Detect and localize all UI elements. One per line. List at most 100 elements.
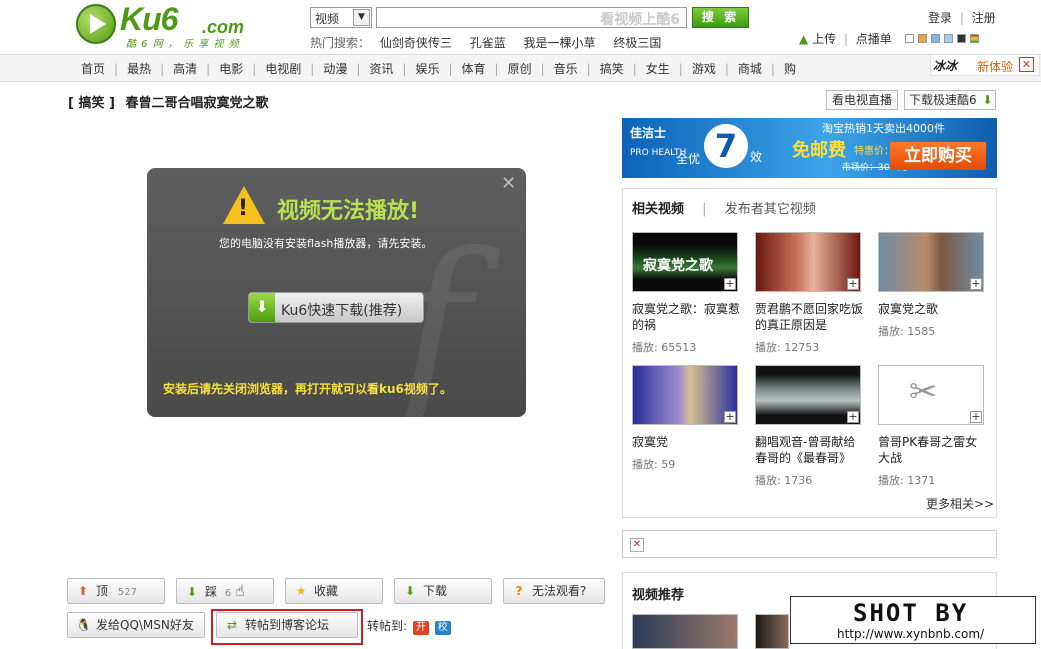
video-thumbnail[interactable]: +	[755, 232, 861, 292]
cant-watch-label: 无法观看?	[532, 584, 587, 598]
playlist-link[interactable]: 点播单	[856, 32, 892, 46]
nav-item[interactable]: 商城	[732, 60, 768, 77]
video-thumbnail[interactable]	[755, 614, 789, 649]
download-arrow-icon: ⬇	[249, 293, 275, 322]
skin-swatch[interactable]	[944, 34, 953, 43]
video-title-link[interactable]: 寂寞党	[632, 434, 742, 450]
ad-banner[interactable]: 佳洁士 PRO HEALTH 全优 7 效 淘宝热销1天卖出4000件 免邮费 …	[622, 118, 997, 178]
up-vote-count: 527	[117, 587, 137, 598]
skin-swatch[interactable]	[970, 34, 979, 43]
nav-item[interactable]: 搞笑	[594, 60, 630, 77]
thumb-caption: 寂寞党之歌	[643, 258, 713, 274]
hot-term[interactable]: 终极三国	[613, 36, 661, 50]
skin-swatch[interactable]	[918, 34, 927, 43]
hot-term[interactable]: 仙剑奇侠传三	[380, 36, 452, 50]
nav-item[interactable]: 女生	[640, 60, 676, 77]
nav-item[interactable]: 游戏	[686, 60, 722, 77]
flash-download-button[interactable]: ⬇ Ku6快速下载(推荐)	[248, 292, 424, 323]
nav-item[interactable]: 购	[778, 60, 802, 77]
favorite-button[interactable]: ★ 收藏	[285, 578, 383, 604]
upload-link[interactable]: 上传	[812, 32, 836, 46]
login-link[interactable]: 登录	[928, 11, 952, 25]
video-title-link[interactable]: 寂寞党之歌：寂寞惹的祸	[632, 301, 742, 333]
nav-item[interactable]: 电视剧	[259, 60, 307, 77]
more-related-link[interactable]: 更多相关>>	[926, 495, 994, 512]
tv-live-button[interactable]: 看电视直播	[826, 90, 898, 110]
plays-count: 12753	[784, 341, 820, 354]
video-player[interactable]: f ! 视频无法播放! 您的电脑没有安装flash播放器，请先安装。 ✕ ⬇ K…	[147, 168, 526, 417]
share-to: 转帖到: 开 校	[367, 617, 451, 635]
tab-related[interactable]: 相关视频	[632, 202, 684, 217]
nav-item[interactable]: 电影	[213, 60, 249, 77]
download-arrow-icon: ⬇	[982, 93, 993, 107]
video-thumbnail[interactable]	[632, 614, 738, 649]
question-icon: ?	[515, 584, 523, 598]
video-thumbnail[interactable]: +	[755, 365, 861, 425]
skin-swatch[interactable]	[931, 34, 940, 43]
up-vote-button[interactable]: ⬆ 顶 527	[67, 578, 165, 604]
video-category[interactable]: [ 搞笑 ]	[68, 96, 115, 111]
down-vote-button[interactable]: ⬇ 踩 6 ☝	[176, 578, 274, 604]
nav-item[interactable]: 动漫	[317, 60, 353, 77]
flash-download-label: Ku6快速下载(推荐)	[281, 303, 403, 319]
hand-cursor-icon: ☝	[235, 581, 245, 600]
share-kaixin-icon[interactable]: 开	[412, 621, 429, 635]
hot-search: 热门搜索： 仙剑奇侠传三 孔雀蓝 我是一棵小草 终极三国	[310, 34, 675, 51]
chevron-down-icon[interactable]: ▼	[353, 9, 370, 26]
add-icon[interactable]: +	[724, 411, 736, 423]
nav-item[interactable]: 最热	[121, 60, 157, 77]
nav-item[interactable]: 体育	[456, 60, 492, 77]
add-icon[interactable]: +	[970, 411, 982, 423]
down-vote-count: 6	[224, 588, 232, 599]
ku6-logo[interactable]: Ku6 .com 酷 6 网 ， 乐 享 视 频	[76, 1, 246, 50]
search-button[interactable]: 搜 索	[692, 7, 749, 28]
add-icon[interactable]: +	[970, 278, 982, 290]
skin-swatch[interactable]	[905, 34, 914, 43]
ad-buy-now-button[interactable]: 立即购买	[890, 142, 986, 170]
video-title-link[interactable]: 寂寞党之歌	[878, 301, 988, 317]
close-icon[interactable]: ✕	[501, 173, 516, 194]
send-qq-button[interactable]: 🐧 发给QQ\MSN好友	[67, 612, 205, 638]
video-title-link[interactable]: 贾君鹏不愿回家吃饭的真正原因是	[755, 301, 865, 333]
video-plays: 播放: 1585	[878, 323, 935, 339]
close-icon[interactable]: ✕	[1019, 57, 1034, 72]
thumb-down-icon: ⬇	[186, 585, 198, 599]
download-client-button[interactable]: 下载极速酷6 ⬇	[904, 90, 996, 110]
register-link[interactable]: 注册	[972, 11, 996, 25]
video-thumbnail[interactable]: +	[632, 365, 738, 425]
plays-count: 1371	[907, 474, 936, 487]
nav-item[interactable]: 娱乐	[409, 60, 445, 77]
video-thumbnail[interactable]: ✂ +	[878, 365, 984, 425]
account-links: 登录 | 注册	[928, 11, 996, 25]
up-vote-label: 顶	[96, 584, 109, 598]
video-thumbnail[interactable]: 寂寞党之歌 +	[632, 232, 738, 292]
repost-button[interactable]: ⇄ 转帖到博客论坛	[216, 612, 358, 638]
new-experience-banner[interactable]: 冰冰 新体验 ✕	[930, 54, 1040, 76]
hot-term[interactable]: 孔雀蓝	[470, 36, 506, 50]
video-title-link[interactable]: 翻唱观音-曾哥献给春哥的《最春哥》	[755, 434, 865, 466]
skin-swatch[interactable]	[957, 34, 966, 43]
tab-publisher-other[interactable]: 发布者其它视频	[725, 202, 816, 217]
nav-item[interactable]: 原创	[502, 60, 538, 77]
nav-item[interactable]: 资讯	[363, 60, 399, 77]
add-icon[interactable]: +	[847, 278, 859, 290]
qq-penguin-icon: 🐧	[76, 618, 91, 632]
plays-label: 播放:	[755, 341, 781, 354]
video-title-link[interactable]: 曾哥PK春哥之雷女大战	[878, 434, 988, 466]
add-icon[interactable]: +	[724, 278, 736, 290]
ad-free-shipping: 免邮费	[792, 140, 846, 161]
search-input[interactable]: 看视频上酷6	[376, 7, 687, 28]
add-icon[interactable]: +	[847, 411, 859, 423]
favorite-label: 收藏	[314, 584, 339, 598]
download-button[interactable]: ⬇ 下载	[394, 578, 492, 604]
plays-count: 59	[661, 458, 676, 471]
nav-item[interactable]: 高清	[167, 60, 203, 77]
search-type-select[interactable]: 视频 ▼	[310, 7, 372, 28]
video-thumbnail[interactable]: +	[878, 232, 984, 292]
share-xiaonei-icon[interactable]: 校	[434, 621, 451, 635]
cant-watch-button[interactable]: ? 无法观看?	[503, 578, 605, 604]
hot-term[interactable]: 我是一棵小草	[524, 36, 596, 50]
upload-links: ▲ 上传 | 点播单	[799, 32, 892, 46]
nav-item[interactable]: 首页	[75, 60, 111, 77]
nav-item[interactable]: 音乐	[548, 60, 584, 77]
